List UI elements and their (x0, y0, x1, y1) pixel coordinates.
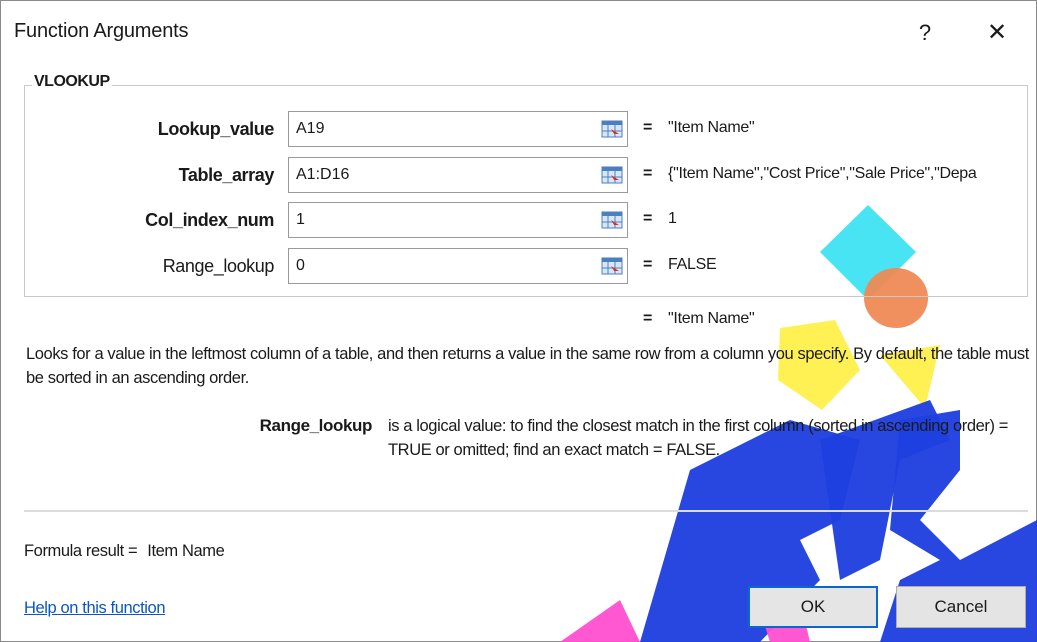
close-icon[interactable]: ✕ (980, 18, 1014, 48)
table-array-label: Table_array (178, 165, 275, 185)
dialog-title: Function Arguments (14, 20, 189, 42)
divider (24, 510, 1028, 512)
help-icon[interactable]: ? (908, 18, 942, 48)
formula-result: Formula result = Item Name (24, 542, 225, 561)
range-lookup-input-text[interactable]: 0 (289, 257, 597, 275)
function-name-label: VLOOKUP (32, 73, 112, 91)
collapse-dialog-icon[interactable] (597, 112, 627, 146)
lookup-value-input-text[interactable]: A19 (289, 120, 597, 138)
lookup-value-field[interactable]: A19 (288, 111, 628, 147)
col-index-num-field[interactable]: 1 (288, 202, 628, 238)
range-lookup-field[interactable]: 0 (288, 248, 628, 284)
formula-result-value: Item Name (147, 542, 225, 560)
overall-result: = "Item Name" (643, 310, 755, 327)
cancel-button[interactable]: Cancel (896, 586, 1026, 628)
collapse-dialog-icon[interactable] (597, 249, 627, 283)
ok-button[interactable]: OK (748, 586, 878, 628)
table-array-field[interactable]: A1:D16 (288, 157, 628, 193)
argument-detail-text: is a logical value: to find the closest … (388, 417, 1009, 459)
table-array-input-text[interactable]: A1:D16 (289, 166, 597, 184)
collapse-dialog-icon[interactable] (597, 203, 627, 237)
lookup-value-result: = "Item Name" (643, 119, 755, 136)
argument-detail-name: Range_lookup (259, 416, 373, 435)
col-index-num-input-text[interactable]: 1 (289, 211, 597, 229)
col-index-num-label: Col_index_num (145, 210, 274, 230)
range-lookup-label: Range_lookup (162, 256, 275, 276)
range-lookup-result: = FALSE (643, 256, 717, 273)
collapse-dialog-icon[interactable] (597, 158, 627, 192)
formula-result-label: Formula result = (24, 542, 138, 560)
help-on-function-link[interactable]: Help on this function (24, 599, 166, 618)
function-description: Looks for a value in the leftmost column… (26, 345, 1029, 387)
table-array-result: = {"Item Name","Cost Price","Sale Price",… (643, 165, 977, 182)
col-index-num-result: = 1 (643, 210, 677, 227)
lookup-value-label: Lookup_value (157, 119, 275, 139)
